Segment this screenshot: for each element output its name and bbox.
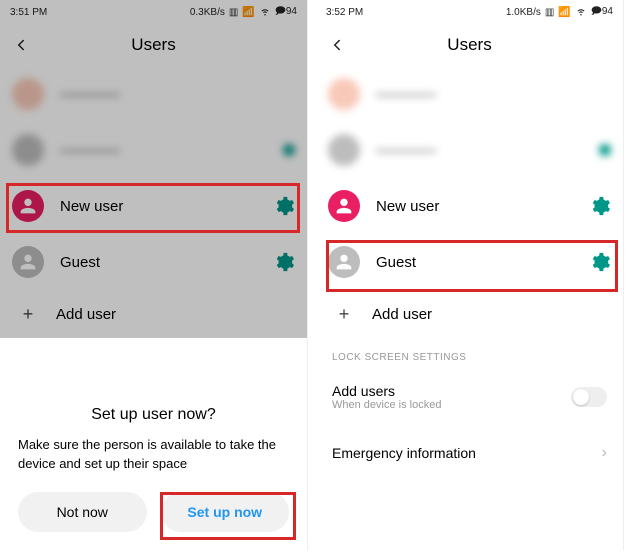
setting-text: Emergency information [332,445,602,461]
wifi-icon [575,5,587,20]
gear-icon[interactable] [589,195,611,217]
sheet-body: Make sure the person is available to tak… [18,436,289,474]
user-row-new-user[interactable]: New user [328,178,611,234]
plus-icon: + [332,304,356,325]
add-user-label: Add user [372,306,607,323]
user-label: New user [376,198,589,215]
not-now-button[interactable]: Not now [18,492,147,532]
sheet-buttons: Not now Set up now [18,492,289,532]
user-list: ———— ———— New user Guest + Add user [316,66,623,338]
setting-text: Add users When device is locked [332,383,571,411]
section-label: LOCK SCREEN SETTINGS [316,338,623,369]
sheet-title: Set up user now? [18,406,289,424]
signal-icon: 📶 [558,7,570,18]
setting-title: Emergency information [332,445,602,461]
emergency-info-row[interactable]: Emergency information › [316,425,623,481]
dimmed-background: 3:51 PM 0.3KB/s ▥ 📶 🗩94 Users ———— [0,0,307,338]
avatar-icon [328,134,360,166]
dim-overlay [0,0,307,338]
avatar-icon [328,246,360,278]
status-icons: 1.0KB/s ▥ 📶 🗩94 [506,4,613,21]
phone-right: 3:52 PM 1.0KB/s ▥ 📶 🗩94 Users ———— ———— [316,0,624,550]
status-bar: 3:52 PM 1.0KB/s ▥ 📶 🗩94 [316,0,623,24]
back-button[interactable] [328,36,358,54]
user-row-guest[interactable]: Guest [328,234,611,290]
user-label: Guest [376,254,589,271]
add-users-setting[interactable]: Add users When device is locked [316,369,623,425]
avatar-icon [328,78,360,110]
set-up-now-label: Set up now [187,504,262,520]
chevron-right-icon: › [602,444,607,462]
user-label: ———— [376,142,599,159]
add-user-row[interactable]: + Add user [328,290,611,338]
sim-icon: ▥ [545,7,554,18]
page-title: Users [358,35,581,55]
user-row-blurred-1[interactable]: ———— [328,66,611,122]
not-now-label: Not now [57,504,108,520]
setup-sheet: Set up user now? Make sure the person is… [0,386,307,550]
set-up-now-button[interactable]: Set up now [161,492,290,532]
avatar-icon [328,190,360,222]
battery-icon: 🗩94 [591,4,613,21]
status-dot [599,144,611,156]
setting-title: Add users [332,383,571,399]
phone-left: 3:51 PM 0.3KB/s ▥ 📶 🗩94 Users ———— [0,0,308,550]
status-time: 3:52 PM [326,7,363,18]
net-speed: 1.0KB/s [506,7,541,18]
toggle-switch[interactable] [571,387,607,407]
setting-subtitle: When device is locked [332,399,571,411]
header: Users [316,24,623,66]
user-label: ———— [376,86,611,103]
user-row-blurred-2[interactable]: ———— [328,122,611,178]
gear-icon[interactable] [589,251,611,273]
